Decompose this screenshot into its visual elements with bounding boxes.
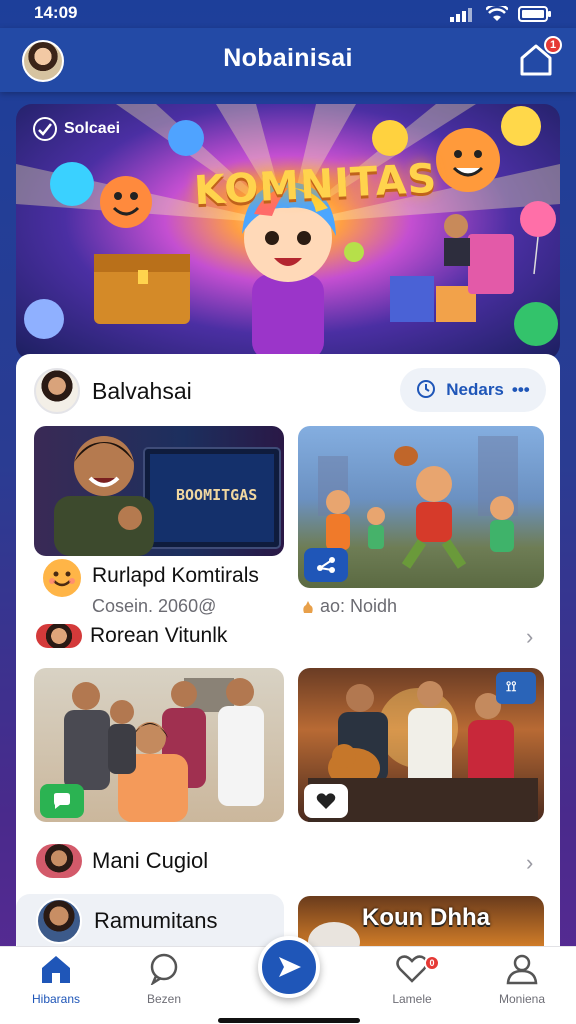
section-header-2[interactable]: Rorean Vitunlk	[36, 624, 576, 648]
nav-search-label: Bezen	[146, 992, 182, 1006]
comment-badge[interactable]	[40, 784, 84, 818]
user-icon	[506, 954, 538, 985]
hand-icon	[303, 600, 313, 613]
card-caption-1[interactable]: Rurlapd Komtirals	[92, 564, 259, 588]
status-time: 14:09	[34, 3, 78, 22]
hero-chip-label: Solcaei	[64, 120, 121, 137]
section-title-3: Mani Cugiol	[92, 848, 209, 873]
nav-home-label: Hibarans	[31, 992, 81, 1006]
status-bar: 14:09	[0, 0, 576, 28]
play-button[interactable]	[258, 936, 320, 998]
card-meta-2: ao: Noidh	[300, 596, 397, 617]
section-title-1: Balvahsai	[92, 377, 192, 404]
nav-profile-label: Moniena	[498, 992, 546, 1006]
heart-icon	[316, 793, 336, 809]
wifi-icon	[486, 6, 508, 21]
tv-icon: ⟟⟟	[506, 678, 517, 694]
search-icon	[417, 380, 436, 398]
app-header: Nobainisai 1	[0, 28, 576, 92]
chevron-right-icon-2[interactable]: ›	[526, 850, 533, 876]
nav-likes-label: Lamele	[392, 992, 432, 1006]
section-avatar-1	[34, 368, 80, 414]
status-icons	[450, 6, 552, 22]
section-avatar-3	[36, 844, 82, 878]
reaction-emoji[interactable]	[40, 556, 84, 600]
video-thumbnail-4[interactable]: ⟟⟟	[298, 668, 544, 822]
section-title-2: Rorean Vitunlk	[90, 624, 228, 647]
notification-badge: 1	[544, 36, 562, 54]
card-subtitle-1: Cosein. 2060@	[92, 596, 217, 616]
thumbnail-title-5: Koun Dhha	[362, 904, 490, 931]
share-badge[interactable]	[304, 548, 348, 582]
nav-likes[interactable]: 0 Lamele	[362, 953, 462, 1006]
more-dots: •••	[511, 380, 530, 399]
card-subtitle-2: ao: Noidh	[320, 596, 398, 616]
play-icon	[279, 957, 301, 977]
smile-emoji-icon	[49, 571, 75, 587]
chevron-right-icon[interactable]: ›	[526, 624, 533, 650]
hero-banner[interactable]: Solcaei KOMNITAS	[16, 104, 560, 360]
notification-button[interactable]: 1	[516, 36, 562, 80]
likes-badge: 0	[424, 955, 440, 971]
signal-icon	[450, 8, 472, 22]
section-title-4: Ramumitans	[94, 908, 218, 933]
thumbnail-screen-text: BOOMITGAS	[176, 486, 258, 504]
nav-profile[interactable]: Moniena	[472, 953, 572, 1006]
section-avatar-4	[36, 898, 82, 944]
section-header-3[interactable]: Mani Cugiol	[36, 844, 576, 878]
video-thumbnail-3[interactable]	[34, 668, 284, 822]
battery-icon	[518, 6, 551, 22]
feed-card: Balvahsai Nedars ••• BOOMITGAS Rurlapd K…	[16, 354, 560, 954]
chat-bubble-icon	[54, 793, 70, 809]
home-icon	[42, 956, 70, 983]
video-thumbnail-1[interactable]: BOOMITGAS	[34, 426, 284, 556]
heart-outline-icon	[396, 955, 428, 983]
page-title: Nobainisai	[223, 44, 353, 72]
nearby-button[interactable]: Nedars •••	[400, 368, 546, 412]
check-circle-icon	[33, 117, 57, 141]
section-avatar-2	[36, 624, 82, 648]
chat-icon	[150, 953, 178, 987]
hero-chip[interactable]: Solcaei	[32, 116, 120, 142]
share-icon	[317, 557, 335, 573]
like-badge[interactable]	[304, 784, 348, 818]
nav-search[interactable]: Bezen	[114, 953, 214, 1006]
hero-illustration	[16, 104, 560, 360]
home-indicator	[218, 1018, 360, 1023]
video-thumbnail-2[interactable]	[298, 426, 544, 588]
nav-home[interactable]: Hibarans	[6, 953, 106, 1006]
nearby-label: Nedars	[446, 380, 504, 399]
